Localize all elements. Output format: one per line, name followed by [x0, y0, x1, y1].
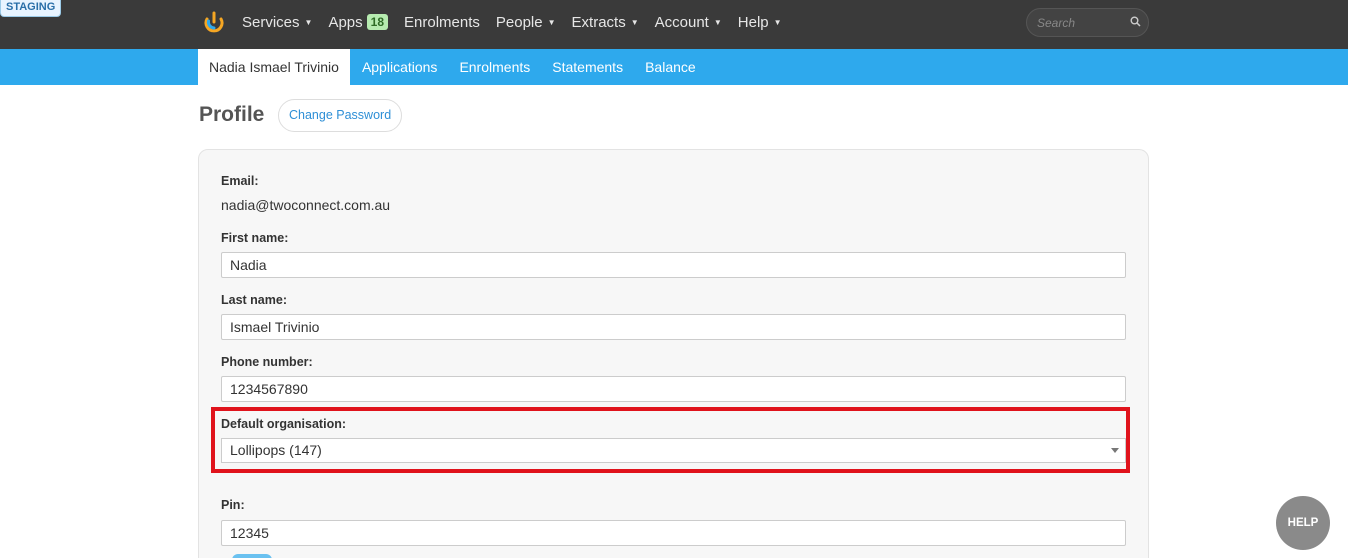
help-button[interactable]: HELP [1276, 496, 1330, 550]
first-name-label: First name: [221, 231, 289, 245]
caret-down-icon: ▼ [713, 17, 722, 27]
nav-services[interactable]: Services ▼ [242, 14, 312, 31]
nav-label: Apps [328, 13, 363, 31]
tab-statements[interactable]: Statements [541, 49, 634, 85]
caret-down-icon: ▼ [547, 17, 556, 27]
pin-label: Pin: [221, 498, 245, 512]
search-input[interactable] [1037, 14, 1125, 32]
nav-label: Account [654, 13, 709, 31]
main-nav: Services ▼ Apps 18 Enrolments People ▼ E… [242, 0, 798, 44]
nav-label: Help [737, 13, 769, 31]
nav-enrolments[interactable]: Enrolments [404, 14, 480, 31]
nav-help[interactable]: Help ▼ [738, 14, 782, 31]
page-title: Profile [199, 103, 265, 126]
highlight-box [211, 407, 1130, 473]
tab-enrolments[interactable]: Enrolments [448, 49, 541, 85]
caret-down-icon: ▼ [630, 17, 639, 27]
nav-apps[interactable]: Apps 18 [328, 13, 389, 31]
last-name-label: Last name: [221, 293, 287, 307]
tab-balance[interactable]: Balance [634, 49, 707, 85]
email-label: Email: [221, 174, 259, 188]
staging-badge: STAGING [0, 0, 62, 17]
caret-down-icon: ▼ [304, 17, 313, 27]
nav-label: Extracts [571, 13, 626, 31]
phone-label: Phone number: [221, 355, 313, 369]
apps-count-badge: 18 [366, 14, 389, 30]
phone-field[interactable] [221, 376, 1126, 402]
logo-icon[interactable] [203, 10, 225, 34]
top-navbar: STAGING Services ▼ Apps 18 Enrolments Pe… [0, 0, 1348, 49]
last-name-field[interactable] [221, 314, 1126, 340]
search-box [1026, 8, 1149, 37]
tab-applications[interactable]: Applications [351, 49, 449, 85]
search-icon[interactable] [1130, 16, 1141, 27]
nav-people[interactable]: People ▼ [496, 14, 556, 31]
nav-account[interactable]: Account ▼ [655, 14, 722, 31]
nav-extracts[interactable]: Extracts ▼ [572, 14, 639, 31]
first-name-field[interactable] [221, 252, 1126, 278]
email-value: nadia@twoconnect.com.au [221, 197, 391, 213]
save-button[interactable] [232, 554, 272, 558]
caret-down-icon: ▼ [773, 17, 782, 27]
nav-label: Enrolments [404, 13, 480, 31]
pin-field[interactable] [221, 520, 1126, 546]
nav-label: People [495, 13, 543, 31]
profile-subnav: Nadia Ismael Trivinio Applications Enrol… [0, 49, 1348, 85]
tab-profile-name[interactable]: Nadia Ismael Trivinio [198, 49, 350, 85]
change-password-button[interactable]: Change Password [278, 99, 403, 132]
nav-label: Services [242, 13, 300, 31]
